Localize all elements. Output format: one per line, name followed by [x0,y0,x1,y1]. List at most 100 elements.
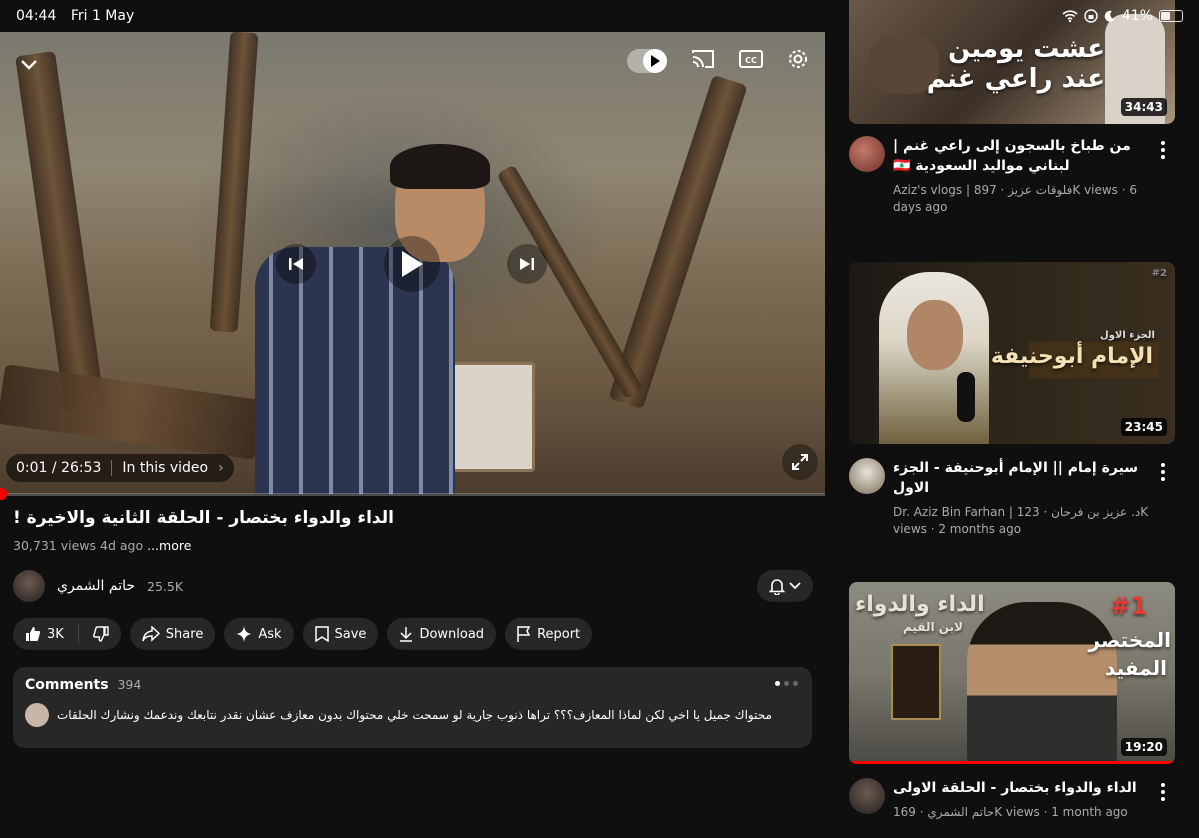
channel-avatar[interactable] [849,136,885,172]
thumb-3-left-text: الداء والدواء [855,592,985,617]
tree-trunk [608,74,748,410]
save-label: Save [334,626,367,642]
share-button[interactable]: Share [129,618,216,650]
ask-label: Ask [258,626,282,642]
comments-panel[interactable]: Comments 394 محتواك جميل يا اخي لكن لماذ… [13,667,812,748]
video-meta: الداء والدواء بختصار - الحلقة الثانية وا… [13,508,813,553]
battery-icon [1159,10,1183,22]
svg-text:CC: CC [745,56,757,65]
comments-label: Comments [25,677,109,693]
settings-gear-icon[interactable] [787,48,809,74]
thumb-2-text: الإمام أبوحنيفة [990,344,1153,369]
related-thumbnail-3[interactable]: الداء والدواء لابن القيم #1 المختصر المف… [849,582,1175,764]
ask-button[interactable]: Ask [224,618,294,650]
more-options-icon[interactable] [1153,780,1173,804]
related-title[interactable]: الداء والدواء بختصار - الحلقة الاولى [893,778,1153,798]
related-title[interactable]: من طباخ بالسجون إلى راعي غنم | لبناني مو… [893,136,1153,176]
thumb-3-right-text: المختصر المفيد [1088,628,1172,680]
status-time: 04:44 [16,8,57,24]
like-count[interactable]: 3K [47,627,64,642]
time-display: 0:01 / 26:53 [16,460,102,476]
more-link[interactable]: ...more [147,538,191,553]
previous-video-icon[interactable] [276,244,316,284]
thumb-2-number: #2 [1151,268,1167,279]
sparkle-icon [236,626,253,642]
channel-name[interactable]: حاتم الشمري [57,578,135,594]
watch-pane: CC 0:01 / 26:53 In this video › الداء وا… [0,0,825,838]
channel-avatar[interactable] [13,570,45,602]
related-meta: Aziz's vlogs | فلوقات عزيز · 897K views … [893,183,1137,214]
fallen-log [0,364,263,460]
video-player[interactable]: CC 0:01 / 26:53 In this video › [0,32,825,494]
thumb-1-text-bottom: عند راعي غنم [926,64,1105,94]
watched-progress [849,761,1175,764]
duration-badge: 34:43 [1120,98,1167,116]
video-title[interactable]: الداء والدواء بختصار - الحلقة الثانية وا… [13,508,813,528]
battery-percent: 41% [1121,8,1153,24]
share-icon [142,626,160,642]
carousel-dots [775,681,798,686]
screen-lock-icon [1084,9,1098,23]
save-button[interactable]: Save [302,618,379,650]
status-bar: 04:44 Fri 1 May 41% [0,0,1199,32]
collapse-chevron-icon[interactable] [16,52,42,78]
download-icon [400,627,413,642]
action-bar: 3K Share Ask Save Download Report [13,618,593,650]
upload-age: 4d ago [100,538,144,553]
related-info-1[interactable]: من طباخ بالسجون إلى راعي غنم | لبناني مو… [849,136,1179,216]
duration-badge: 23:45 [1120,418,1167,436]
book-shape [891,644,941,720]
related-meta: حاتم الشمري · 169K views · 1 month ago [893,805,1128,819]
download-button[interactable]: Download [387,618,497,650]
related-thumbnail-2[interactable]: الجزء الاول الإمام أبوحنيفة #2 23:45 [849,262,1175,444]
notifications-button[interactable] [757,570,813,602]
subscriber-count: 25.5K [147,578,184,594]
captions-icon[interactable]: CC [739,49,763,73]
microphone-shape [957,372,975,422]
progress-bar[interactable] [0,488,825,500]
like-dislike-pill[interactable]: 3K [13,618,121,650]
comments-count: 394 [117,677,142,692]
next-video-icon[interactable] [507,244,547,284]
download-label: Download [419,626,485,642]
related-info-2[interactable]: سيرة إمام || الإمام أبوحنيفة - الجزء الا… [849,458,1179,538]
view-count: 30,731 views [13,538,97,553]
play-icon[interactable] [384,236,440,292]
related-meta: Dr. Aziz Bin Farhan | د. عزيز بن فرحان ·… [893,505,1149,536]
speaker-face [907,300,963,370]
channel-avatar[interactable] [849,458,885,494]
top-comment-text: محتواك جميل يا اخي لكن لماذا المعازف؟؟؟ … [57,708,772,722]
related-info-3[interactable]: الداء والدواء بختصار - الحلقة الاولى حات… [849,778,1179,821]
more-options-icon[interactable] [1153,460,1173,484]
chevron-right-icon: › [218,460,224,476]
thumb-2-small: الجزء الاول [1100,330,1155,341]
related-title[interactable]: سيرة إمام || الإمام أبوحنيفة - الجزء الا… [893,458,1153,498]
thumb-1-text-top: عشت يومين [948,34,1105,64]
fullscreen-icon[interactable] [782,444,818,480]
in-this-video-link[interactable]: In this video [122,460,208,476]
thumbs-down-icon[interactable] [92,626,109,642]
thumb-3-left-sub: لابن القيم [903,620,963,634]
bookmark-icon [314,626,329,642]
share-label: Share [165,626,204,642]
more-options-icon[interactable] [1153,138,1173,162]
autoplay-toggle[interactable] [627,49,667,73]
report-button[interactable]: Report [505,618,593,650]
presenter [245,144,490,494]
comments-header: Comments 394 [25,677,800,693]
time-pill[interactable]: 0:01 / 26:53 In this video › [6,454,234,482]
status-date: Fri 1 May [70,8,135,24]
channel-row[interactable]: حاتم الشمري 25.5K [13,568,813,604]
moon-icon [1104,10,1115,22]
cast-icon[interactable] [691,49,715,73]
thumbs-up-icon[interactable] [25,626,41,642]
channel-avatar[interactable] [849,778,885,814]
thumb-3-number: #1 [1110,592,1147,620]
report-label: Report [537,626,581,642]
top-comment[interactable]: محتواك جميل يا اخي لكن لماذا المعازف؟؟؟ … [25,703,800,727]
progress-scrubber[interactable] [0,488,7,500]
chevron-down-icon [789,582,801,590]
flag-icon [517,626,531,642]
bell-icon [769,578,785,595]
wifi-icon [1062,10,1078,22]
